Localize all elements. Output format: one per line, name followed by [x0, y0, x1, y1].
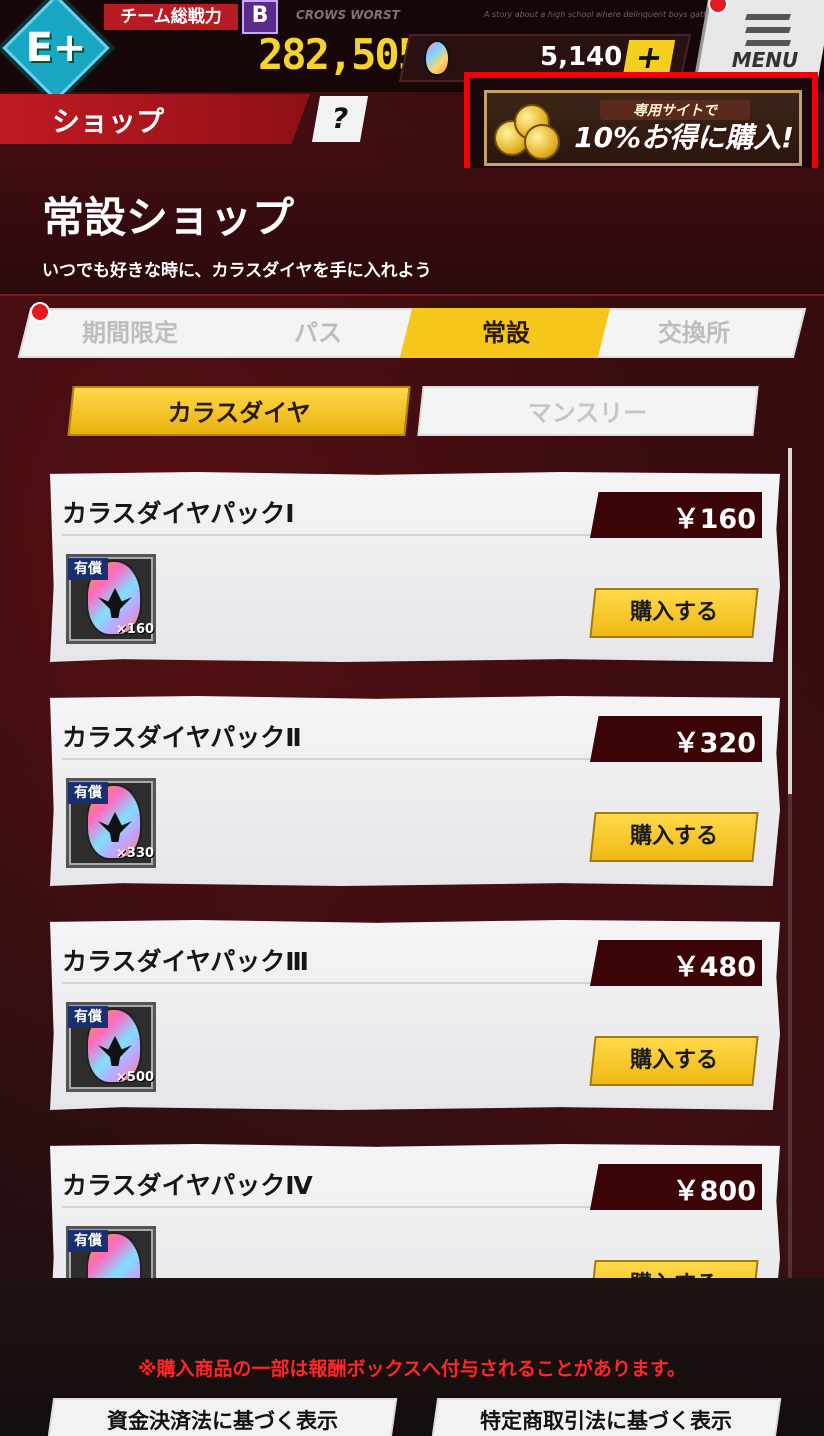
coins-icon: [494, 104, 564, 160]
legal-button-label: 特定商取引法に基づく表示: [480, 1409, 732, 1433]
diamond-count: 5,140: [540, 42, 623, 72]
game-logo: CROWS WORST: [296, 8, 400, 22]
payment-services-act-button[interactable]: 資金決済法に基づく表示: [46, 1398, 398, 1436]
help-button[interactable]: ?: [311, 96, 369, 142]
item-quantity: ×330: [116, 846, 155, 861]
subtab-label: マンスリー: [528, 399, 648, 427]
buy-button-label: 購入する: [629, 1048, 718, 1073]
scrollbar-thumb[interactable]: [788, 448, 792, 794]
page-subtitle: いつでも好きな時に、カラスダイヤを手に入れよう: [42, 261, 432, 281]
menu-label: MENU: [731, 48, 799, 72]
tab-pass[interactable]: パス: [224, 308, 412, 358]
tab-notification-dot: [30, 302, 50, 322]
product-name: カラスダイヤパックⅢ: [62, 947, 309, 976]
buy-button[interactable]: 購入する: [589, 588, 759, 638]
subtab-monthly[interactable]: マンスリー: [417, 386, 759, 436]
paid-badge: 有償: [68, 1230, 108, 1252]
team-rank-badge-label: E+: [25, 25, 87, 71]
paid-badge: 有償: [68, 558, 108, 580]
scrollbar-track: [788, 794, 792, 1278]
paid-badge: 有償: [68, 1006, 108, 1028]
subtab-label: カラスダイヤ: [167, 399, 311, 427]
paid-badge: 有償: [68, 782, 108, 804]
subtab-crow-diamond[interactable]: カラスダイヤ: [67, 386, 411, 436]
product-name: カラスダイヤパックⅡ: [62, 723, 302, 752]
buy-button-label: 購入する: [629, 600, 718, 625]
buy-button-label: 購入する: [629, 824, 718, 849]
team-power-label: チーム総戦力: [104, 4, 238, 30]
product-price: ￥320: [672, 728, 756, 759]
product-price: ￥480: [672, 952, 756, 983]
shop-section-label: ショップ: [52, 105, 165, 138]
legal-button-label: 資金決済法に基づく表示: [106, 1409, 338, 1433]
tab-limited[interactable]: 期間限定: [36, 308, 224, 358]
purchase-note: ※購入商品の一部は報酬ボックスへ付与されることがあります。: [137, 1358, 686, 1380]
game-tagline: A story about a high school where delinq…: [484, 10, 717, 19]
commercial-transactions-act-button[interactable]: 特定商取引法に基づく表示: [430, 1398, 782, 1436]
item-quantity: ×160: [116, 622, 155, 637]
product-name: カラスダイヤパックⅣ: [62, 1171, 313, 1200]
team-power-value: 282,505: [258, 30, 423, 79]
add-diamonds-button[interactable]: +: [622, 38, 676, 76]
crow-diamond-icon: [424, 40, 450, 76]
tab-permanent[interactable]: 常設: [412, 308, 600, 358]
promo-main-text: 10%お得に購入!: [574, 121, 794, 154]
buy-button[interactable]: 購入する: [589, 1036, 759, 1086]
tab-exchange[interactable]: 交換所: [600, 308, 788, 358]
item-quantity: ×500: [116, 1070, 155, 1085]
page-title: 常設ショップ: [42, 193, 295, 242]
team-rank-letter: B: [242, 0, 278, 34]
buy-button[interactable]: 購入する: [589, 812, 759, 862]
product-price: ￥800: [672, 1176, 756, 1207]
product-price: ￥160: [672, 504, 756, 535]
product-name: カラスダイヤパックⅠ: [62, 499, 295, 528]
